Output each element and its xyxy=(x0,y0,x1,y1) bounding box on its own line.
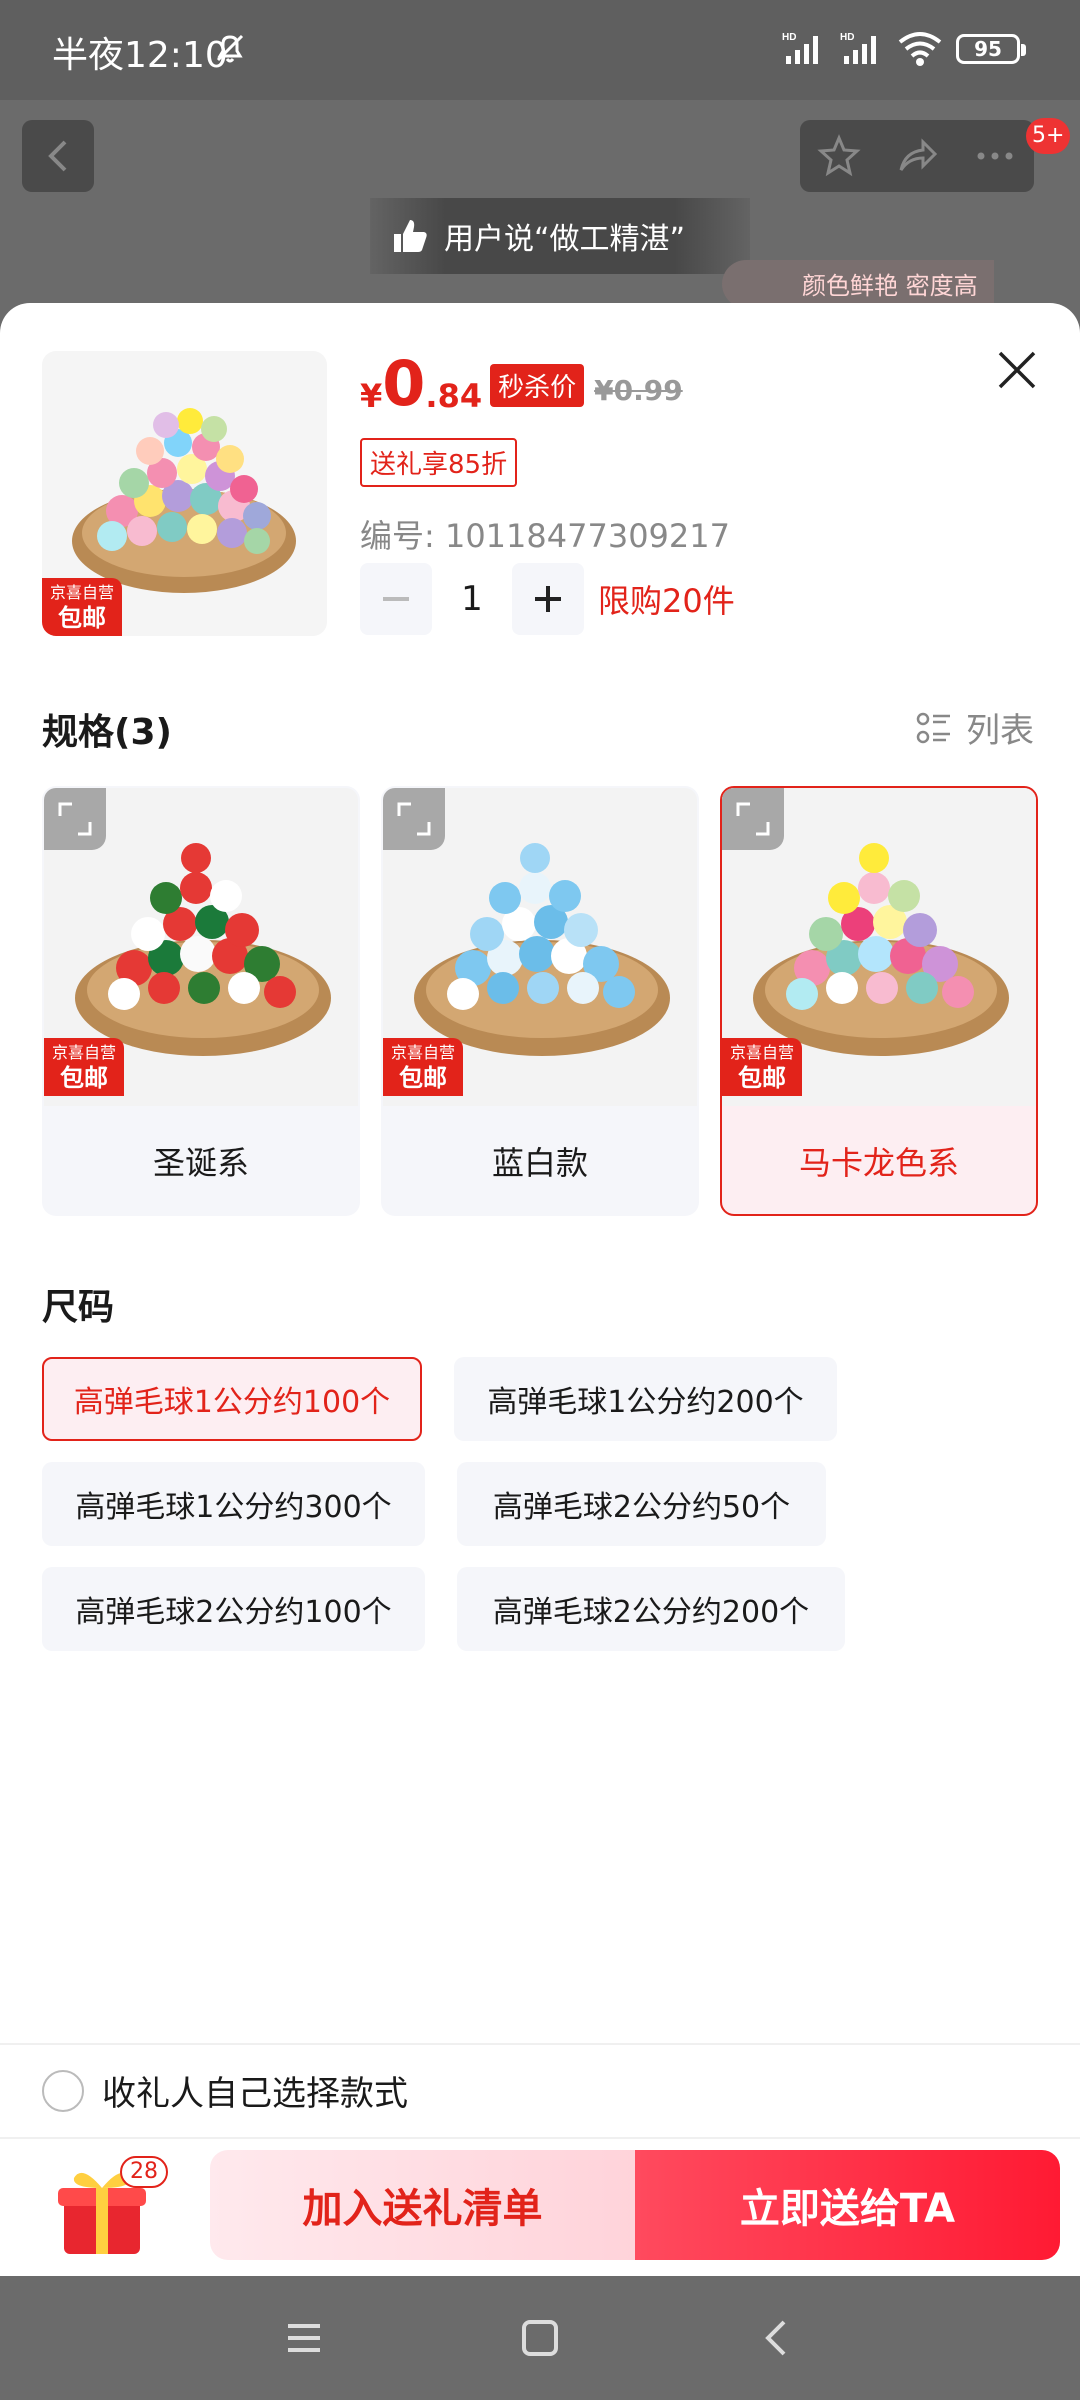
spec-label: 圣诞系 xyxy=(152,1144,249,1182)
product-page-background: 5+ 用户说“做工精湛” 颜色鲜艳 密度高 xyxy=(0,100,1080,310)
system-nav-bar xyxy=(0,2276,1080,2400)
quantity-value[interactable]: 1 xyxy=(432,579,512,619)
spec-label: 马卡龙色系 xyxy=(798,1144,959,1182)
product-tagline: 颜色鲜艳 密度高 xyxy=(722,260,994,308)
size-title: 尺码 xyxy=(42,1287,115,1328)
status-bar: 半夜12:10 HD HD 95 xyxy=(0,0,1080,100)
spec-selection-sheet: 京喜自营 包邮 ¥ 0 .84 秒杀价 ¥0.99 送礼享85折 编号: 101… xyxy=(0,303,1080,2276)
back-button[interactable] xyxy=(22,120,94,192)
spec-title: 规格(3) xyxy=(42,712,172,753)
more-icon[interactable] xyxy=(973,134,1017,178)
recipient-choose-label: 收礼人自己选择款式 xyxy=(102,2074,408,2114)
add-to-gift-list-button[interactable]: 加入送礼清单 xyxy=(210,2150,635,2260)
list-icon xyxy=(916,712,950,743)
spec-option-blue-white[interactable]: 京喜自营 包邮 蓝白款 xyxy=(381,786,699,1216)
size-option-1cm-100[interactable]: 高弹毛球1公分约100个 xyxy=(42,1357,422,1441)
currency-symbol: ¥ xyxy=(360,377,383,415)
list-view-toggle[interactable]: 列表 xyxy=(916,703,1034,752)
size-option-2cm-100[interactable]: 高弹毛球2公分约100个 xyxy=(42,1567,425,1651)
increase-quantity-button[interactable] xyxy=(512,563,584,635)
purchase-limit: 限购20件 xyxy=(598,582,735,620)
radio-button[interactable] xyxy=(42,2069,84,2112)
gift-count-badge: 28 xyxy=(120,2156,168,2188)
send-now-button[interactable]: 立即送给TA xyxy=(635,2150,1060,2260)
spec-option-christmas[interactable]: 京喜自营 包邮 圣诞系 xyxy=(42,786,360,1216)
status-time: 半夜12:10 xyxy=(52,35,228,76)
gift-discount-tag: 送礼享85折 xyxy=(360,438,518,487)
wifi-icon xyxy=(898,32,942,66)
chevron-left-icon xyxy=(48,140,67,172)
close-icon[interactable] xyxy=(994,347,1040,393)
plus-icon xyxy=(535,586,561,612)
review-highlight: 用户说“做工精湛” xyxy=(370,198,750,274)
top-action-bar xyxy=(800,120,1034,192)
expand-icon[interactable] xyxy=(722,788,784,850)
price-row: ¥ 0 .84 秒杀价 ¥0.99 xyxy=(360,347,683,420)
seckill-badge: 秒杀价 xyxy=(490,364,585,407)
product-thumbnail[interactable]: 京喜自营 包邮 xyxy=(42,351,327,636)
svg-text:HD: HD xyxy=(840,32,854,43)
jd-self-operated-tag: 京喜自营 包邮 xyxy=(44,1038,124,1096)
recipient-choose-option[interactable]: 收礼人自己选择款式 xyxy=(42,2066,408,2115)
battery-indicator: 95 xyxy=(956,34,1026,64)
home-icon[interactable] xyxy=(520,2318,560,2358)
size-option-2cm-50[interactable]: 高弹毛球2公分约50个 xyxy=(457,1462,826,1546)
jd-self-operated-tag: 京喜自营 包邮 xyxy=(42,578,122,636)
spec-option-macaron[interactable]: 京喜自营 包邮 马卡龙色系 xyxy=(720,786,1038,1216)
original-price: ¥0.99 xyxy=(594,374,683,407)
share-icon[interactable] xyxy=(895,134,939,178)
thumbs-up-icon xyxy=(394,220,427,252)
size-option-1cm-300[interactable]: 高弹毛球1公分约300个 xyxy=(42,1462,425,1546)
decrease-quantity-button[interactable] xyxy=(360,563,432,635)
list-view-label: 列表 xyxy=(966,711,1034,751)
jd-self-operated-tag: 京喜自营 包邮 xyxy=(383,1038,463,1096)
size-option-1cm-200[interactable]: 高弹毛球1公分约200个 xyxy=(454,1357,837,1441)
star-icon[interactable] xyxy=(817,134,861,178)
menu-icon[interactable] xyxy=(284,2318,324,2358)
expand-icon[interactable] xyxy=(383,788,445,850)
price-decimal: .84 xyxy=(425,377,483,415)
back-nav-icon[interactable] xyxy=(756,2318,796,2358)
svg-text:HD: HD xyxy=(782,32,796,43)
signal-icon: HD xyxy=(782,30,828,70)
sku-number: 编号: 10118477309217 xyxy=(360,517,730,555)
divider xyxy=(0,2043,1080,2045)
size-option-2cm-200[interactable]: 高弹毛球2公分约200个 xyxy=(457,1567,845,1651)
review-text: 用户说“做工精湛” xyxy=(444,222,686,257)
spec-label: 蓝白款 xyxy=(491,1144,588,1182)
jd-self-operated-tag: 京喜自营 包邮 xyxy=(722,1038,802,1096)
quantity-stepper: 1 限购20件 xyxy=(360,563,735,635)
divider xyxy=(0,2137,1080,2139)
expand-icon[interactable] xyxy=(44,788,106,850)
bell-muted-icon xyxy=(216,34,244,63)
signal-icon-2: HD xyxy=(840,30,886,70)
notification-badge: 5+ xyxy=(1026,118,1071,154)
price-integer: 0 xyxy=(382,347,426,420)
minus-icon xyxy=(383,597,409,601)
